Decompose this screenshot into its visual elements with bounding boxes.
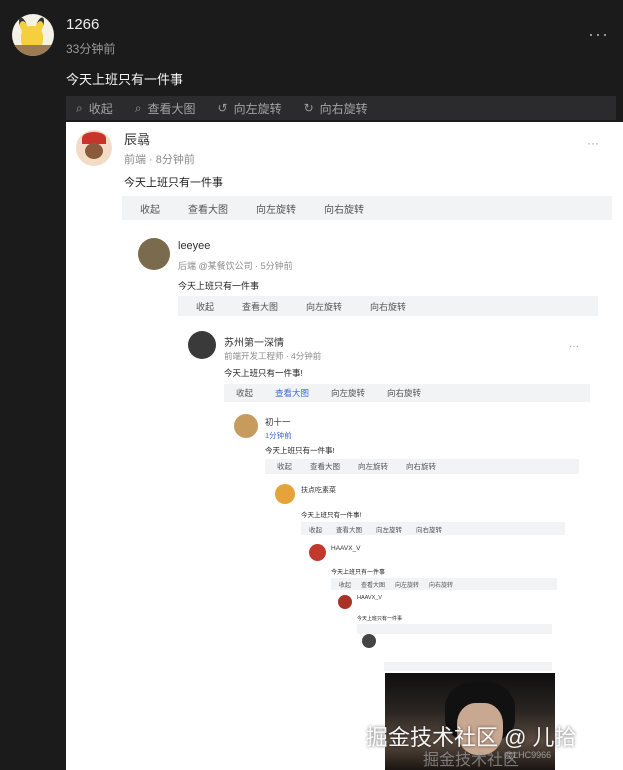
view-large-label: 查看大图 [361, 582, 386, 589]
view-large-label: 查看大图 [336, 526, 362, 534]
nested-toolbar-3: 收起 查看大图 向左旋转 向右旋转 [265, 459, 579, 474]
rotate-right-label: 向右旋转 [324, 204, 364, 216]
nested-text-1: 今天上班只有一件事 [178, 281, 260, 291]
rotate-left-button[interactable]: ↺ 向左旋转 [218, 100, 282, 117]
nested-meta-0: 前端 · 8分钟前 [124, 154, 195, 166]
nested-avatar-2 [188, 331, 216, 359]
nested-meta-2: 前端开发工程师 · 4分钟前 [224, 351, 322, 361]
nested-username-6: HAAVX_V [357, 595, 382, 601]
nested-more-icon-2: ··· [569, 341, 579, 352]
post-time: 33分钟前 [66, 42, 116, 56]
nested-avatar-4 [275, 484, 295, 504]
rotate-left-label: 向左旋转 [331, 388, 366, 398]
collapse-label: 收起 [309, 526, 322, 534]
rotate-right-button[interactable]: ↻ 向右旋转 [304, 100, 368, 117]
nested-avatar-3 [234, 414, 258, 438]
nested-toolbar-1: 收起 查看大图 向左旋转 向右旋转 [178, 296, 598, 316]
nested-username-4: 扶点吃素菜 [301, 487, 336, 494]
rotate-left-label: 向左旋转 [256, 204, 296, 216]
nested-text-0: 今天上班只有一件事 [124, 177, 223, 189]
post-username[interactable]: 1266 [66, 16, 115, 33]
nested-username-0: 辰骉 [124, 132, 151, 147]
rotate-left-label: 向左旋转 [376, 526, 402, 534]
zoom-icon: ⌕ [134, 100, 142, 115]
image-toolbar: ⌕ 收起 ⌕ 查看大图 ↺ 向左旋转 ↻ 向右旋转 [66, 96, 616, 120]
rotate-left-label: 向左旋转 [395, 582, 420, 589]
nested-text-3: 今天上班只有一件事! [265, 446, 335, 455]
post-text: 今天上班只有一件事 [66, 72, 184, 87]
rotate-left-label: 向左旋转 [358, 462, 388, 471]
nested-toolbar-2: 收起 查看大图 向左旋转 向右旋转 [224, 384, 590, 402]
nested-toolbar-4: 收起 查看大图 向左旋转 向右旋转 [301, 522, 565, 535]
collapse-label: 收起 [196, 301, 215, 312]
nested-avatar-0 [76, 130, 112, 166]
avatar-desk [12, 45, 54, 56]
collapse-label: 收起 [277, 462, 292, 471]
nested-meta-3: 1分钟前 [265, 431, 292, 440]
nested-username-5: HAAVX_V [331, 545, 361, 552]
nested-more-icon-0: ··· [587, 136, 599, 150]
user-avatar[interactable] [12, 14, 54, 56]
view-large-button[interactable]: ⌕ 查看大图 [135, 100, 196, 117]
rotate-right-label: 向右旋转 [387, 388, 422, 398]
collapse-label: 收起 [339, 582, 352, 589]
nested-avatar-6 [338, 595, 352, 609]
rotate-right-label: 向右旋转 [370, 301, 407, 312]
nested-username-2: 苏州第一深情 [224, 338, 284, 349]
nested-username-3: 初十一 [265, 417, 291, 427]
nested-avatar-5 [309, 544, 326, 561]
rotate-left-icon: ↺ [217, 101, 228, 115]
watermark: 掘金技术社区 @ 儿拾 [366, 725, 577, 750]
nested-text-5: 今天上班只有一件事 [331, 570, 386, 576]
nested-toolbar-6 [357, 624, 552, 634]
rotate-right-label: 向右旋转 [429, 582, 454, 589]
post-header: 1266 33分钟前 [12, 14, 115, 57]
rotate-left-label: 向左旋转 [233, 101, 282, 116]
post-meta: 1266 33分钟前 [66, 14, 115, 57]
post-image[interactable]: 辰骉 前端 · 8分钟前 ··· 今天上班只有一件事 收起 查看大图 向左旋转 … [66, 122, 623, 770]
rotate-right-icon: ↻ [303, 101, 314, 115]
nested-avatar-7 [362, 634, 376, 648]
nested-username-1: leeyee [178, 240, 211, 252]
nested-text-6: 今天上班只有一件事 [357, 616, 403, 622]
rotate-left-label: 向左旋转 [306, 301, 343, 312]
rotate-right-label: 向右旋转 [416, 526, 442, 534]
view-large-label: 查看大图 [242, 301, 279, 312]
more-options-icon[interactable]: ··· [588, 24, 609, 45]
rotate-right-label: 向右旋转 [319, 101, 368, 116]
nested-toolbar-5: 收起 查看大图 向左旋转 向右旋转 [331, 578, 557, 590]
view-large-label: 查看大图 [310, 462, 340, 471]
nested-text-2: 今天上班只有一件事! [224, 368, 303, 378]
collapse-icon: ⌕ [76, 100, 83, 115]
nested-text-4: 今天上班只有一件事! [301, 512, 362, 519]
collapse-label: 收起 [88, 101, 113, 116]
nested-avatar-1 [138, 238, 170, 270]
collapse-label: 收起 [140, 204, 160, 216]
view-large-label: 查看大图 [147, 101, 196, 116]
collapse-button[interactable]: ⌕ 收起 [76, 100, 113, 117]
nested-toolbar-7 [384, 662, 552, 671]
view-large-label: 查看大图 [188, 204, 228, 216]
nested-toolbar-0: 收起 查看大图 向左旋转 向右旋转 [122, 196, 612, 220]
rotate-right-label: 向右旋转 [406, 462, 436, 471]
view-large-label: 查看大图 [275, 388, 310, 398]
nested-meta-1: 后端 @某餐饮公司 · 5分钟前 [178, 261, 293, 271]
collapse-label: 收起 [236, 388, 254, 398]
avatar-face [85, 143, 103, 159]
